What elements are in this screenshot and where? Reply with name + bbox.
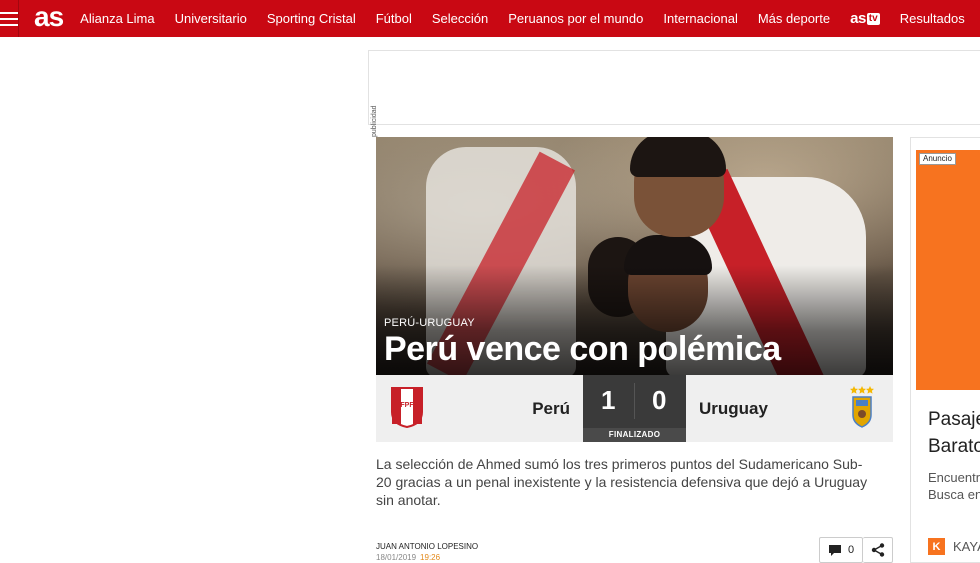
nav-item-universitario[interactable]: Universitario	[175, 11, 247, 26]
nav-item-alianza-lima[interactable]: Alianza Lima	[80, 11, 154, 26]
share-button[interactable]	[863, 537, 893, 563]
brand-logo-icon: K	[928, 538, 945, 555]
sidebar-ad-brand[interactable]: K KAYA	[928, 538, 980, 555]
astv-as-text: as	[850, 10, 866, 27]
hamburger-menu-icon[interactable]	[0, 0, 19, 37]
article-author[interactable]: JUAN ANTONIO LOPESINO	[376, 542, 478, 551]
peru-crest-icon: FPF	[391, 387, 423, 428]
article-time: 19:26	[420, 553, 441, 562]
nav-item-sporting-cristal[interactable]: Sporting Cristal	[267, 11, 356, 26]
score-separator	[634, 383, 635, 419]
away-team-name[interactable]: Uruguay	[699, 399, 768, 419]
top-navbar: as Alianza Lima Universitario Sporting C…	[0, 0, 980, 37]
sidebar-ad-text-line: Busca en	[928, 487, 980, 502]
sidebar-ad-title[interactable]: Pasaje Barato	[928, 406, 980, 460]
comments-count: 0	[847, 544, 855, 556]
share-icon	[871, 543, 884, 557]
match-scoreboard[interactable]: FPF Perú 1 0 FINALIZADO Uruguay	[376, 375, 893, 442]
astv-logo-link[interactable]: as tv	[850, 10, 880, 27]
peru-crest-letters: FPF	[400, 402, 414, 409]
ad-label-text: publicidad	[371, 105, 378, 137]
article-kicker[interactable]: PERÚ-URUGUAY	[384, 317, 475, 329]
menu-line	[0, 11, 18, 14]
menu-line	[0, 23, 18, 26]
sidebar-ad-label: Anuncio	[919, 153, 956, 165]
sidebar-ad-title-line: Barato	[928, 436, 980, 457]
home-goals: 1	[601, 385, 616, 415]
score-box: 1 0 FINALIZADO	[583, 375, 686, 442]
main-nav: Alianza Lima Universitario Sporting Cris…	[80, 0, 980, 37]
sidebar-ad-image[interactable]	[916, 150, 980, 390]
nav-item-futbol[interactable]: Fútbol	[376, 11, 412, 26]
hero-image[interactable]: PERÚ-URUGUAY Perú vence con polémica	[376, 137, 893, 375]
site-logo[interactable]: as	[34, 0, 64, 35]
sidebar-ad-text-line: Encuentr	[928, 470, 980, 485]
sidebar-ad[interactable]: Anuncio Pasaje Barato Encuentr Busca en …	[910, 137, 980, 563]
comment-icon	[828, 544, 841, 556]
top-ad-banner[interactable]: publicidad	[368, 50, 980, 137]
home-team-name[interactable]: Perú	[506, 399, 570, 419]
nav-item-mas-deporte[interactable]: Más deporte	[758, 11, 830, 26]
article-summary: La selección de Ahmed sumó los tres prim…	[376, 456, 868, 508]
menu-line	[0, 17, 18, 20]
article-date-value: 18/01/2019	[376, 553, 417, 562]
astv-tv-badge: tv	[866, 12, 880, 25]
article-date: 18/01/2019 19:26	[376, 553, 440, 562]
comments-button[interactable]: 0	[819, 537, 863, 563]
uruguay-crest-icon	[850, 386, 874, 428]
nav-item-peruanos-por-el-mundo[interactable]: Peruanos por el mundo	[508, 11, 643, 26]
sidebar-ad-title-line: Pasaje	[928, 409, 980, 430]
away-goals: 0	[652, 385, 667, 415]
sidebar-ad-text: Encuentr Busca en	[928, 469, 980, 503]
brand-name: KAYA	[953, 539, 980, 554]
nav-item-internacional[interactable]: Internacional	[663, 11, 737, 26]
player-hair-top	[630, 137, 726, 177]
match-status: FINALIZADO	[583, 428, 686, 442]
nav-item-seleccion[interactable]: Selección	[432, 11, 488, 26]
article-headline[interactable]: Perú vence con polémica	[384, 330, 781, 369]
nav-item-resultados[interactable]: Resultados	[900, 11, 965, 26]
